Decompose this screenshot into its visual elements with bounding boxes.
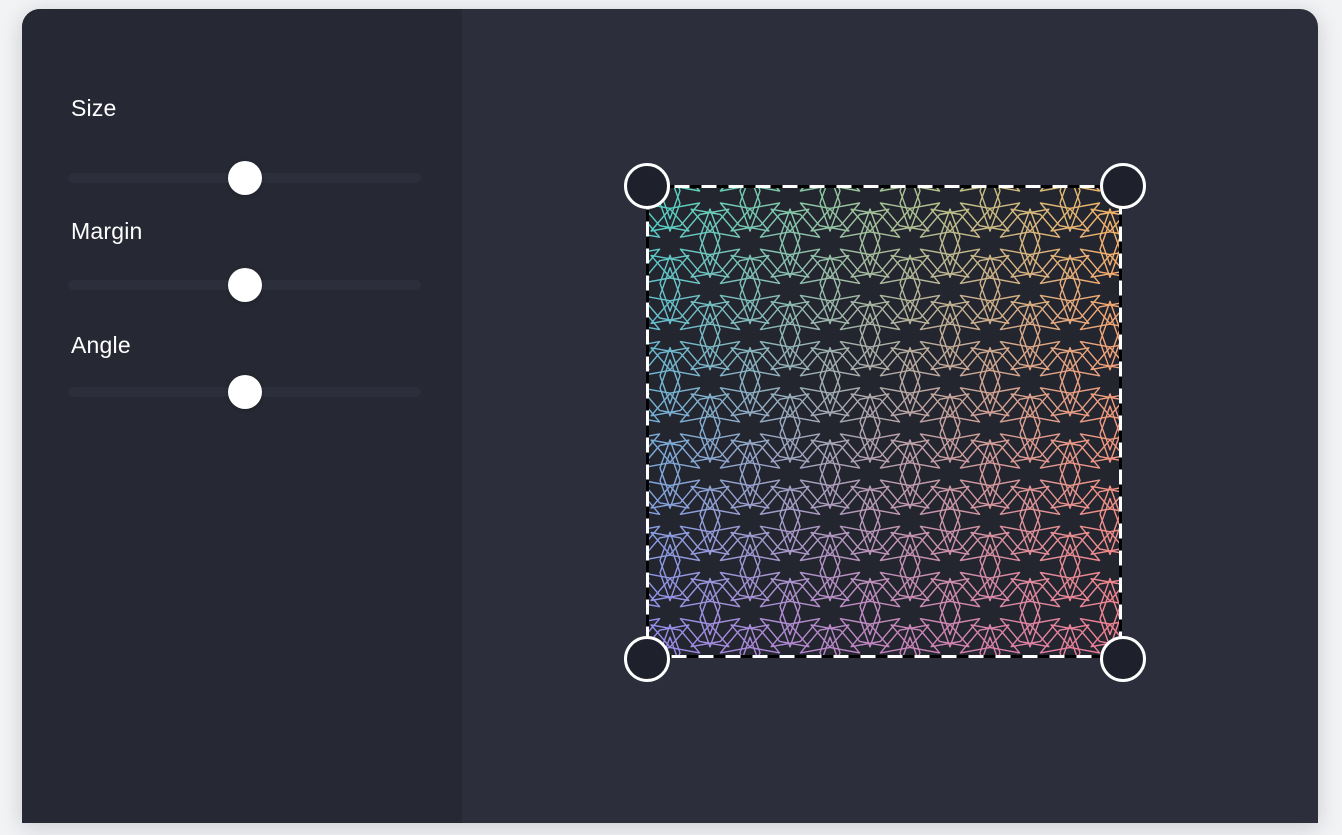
angle-slider[interactable] (68, 375, 421, 409)
margin-slider-thumb[interactable] (227, 268, 262, 302)
size-slider-thumb[interactable] (227, 161, 262, 195)
angle-slider-thumb[interactable] (227, 375, 262, 409)
canvas-area (462, 9, 1318, 823)
margin-label: Margin (71, 218, 143, 244)
angle-label: Angle (71, 332, 131, 358)
controls-panel: Size Margin Angle (22, 9, 462, 823)
resize-handle-bottom-left[interactable] (624, 636, 670, 682)
margin-slider[interactable] (68, 268, 421, 302)
resize-handle-top-left[interactable] (624, 163, 670, 209)
pattern-selection[interactable] (624, 163, 1146, 682)
pattern-canvas (646, 185, 1122, 658)
size-slider[interactable] (68, 161, 421, 195)
resize-handle-top-right[interactable] (1100, 163, 1146, 209)
app-window: Size Margin Angle (22, 9, 1318, 823)
resize-handle-bottom-right[interactable] (1100, 636, 1146, 682)
size-label: Size (71, 95, 117, 121)
